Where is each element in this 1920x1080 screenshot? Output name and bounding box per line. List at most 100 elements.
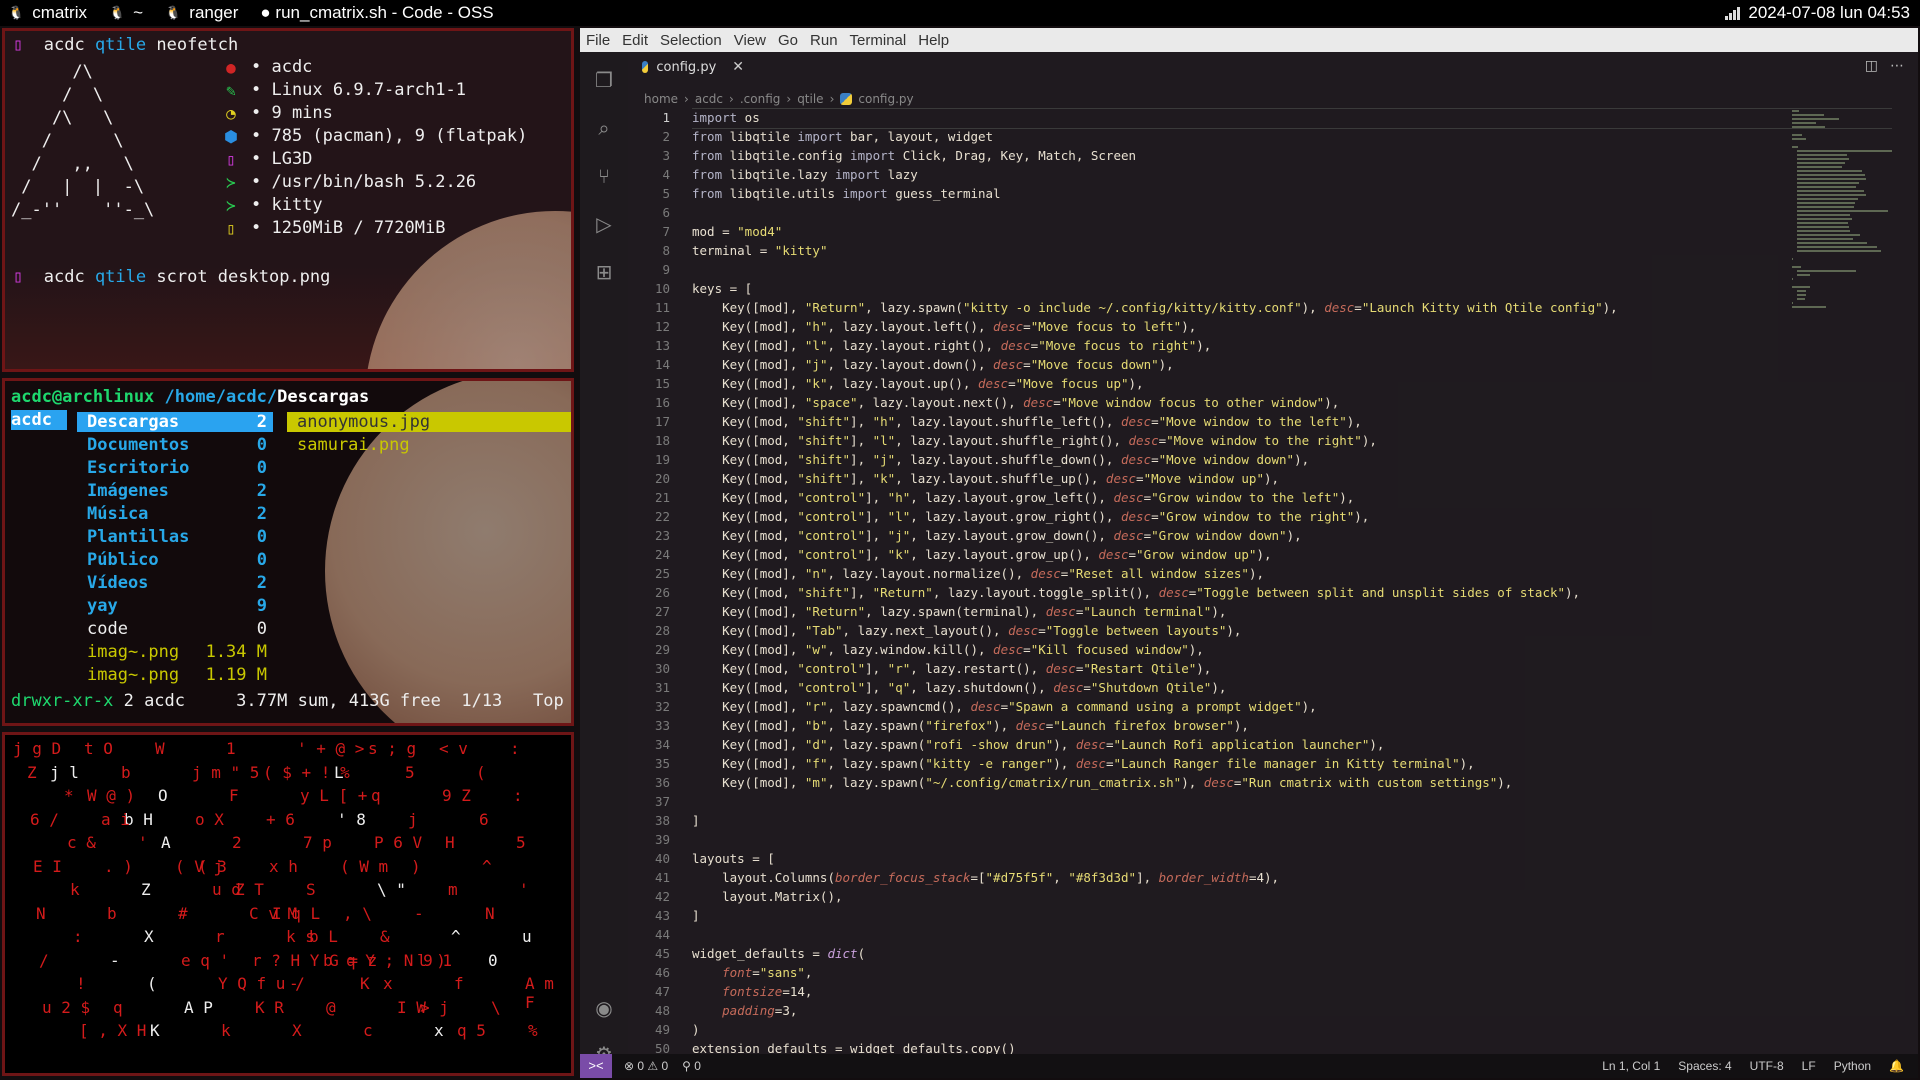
matrix-glyph: k <box>221 1021 231 1040</box>
matrix-glyph: * <box>64 786 74 805</box>
indentation[interactable]: Spaces: 4 <box>1678 1054 1731 1078</box>
terminal-cmatrix[interactable]: j g Dt O W 1 ' + @ > s ; g < v:j lbj m " 5( $… <box>2 732 574 1076</box>
matrix-glyph: & <box>380 927 390 946</box>
ranger-dir-item[interactable]: Vídeos 2 <box>77 573 273 593</box>
close-icon[interactable]: ✕ <box>732 59 744 75</box>
terminal-neofetch[interactable]: ▯ acdc qtile neofetch /\ / \ /\ \ / \ / … <box>2 28 574 372</box>
bell-icon[interactable]: 🔔 <box>1889 1054 1904 1078</box>
explorer-icon[interactable]: ❐ <box>592 68 616 92</box>
minimap-line <box>1796 202 1856 204</box>
more-actions-icon[interactable]: ⋯ <box>1890 58 1904 74</box>
code-line: Key([mod, "shift"], "h", lazy.layout.shu… <box>692 414 1362 429</box>
ranger-dir-item[interactable]: Descargas 2 <box>77 412 273 432</box>
source-control-icon[interactable]: ⑂ <box>592 164 616 188</box>
minimap-line <box>1796 290 1807 292</box>
remote-indicator[interactable]: >< <box>580 1054 612 1078</box>
editor-actions: ◫ ⋯ <box>1865 58 1904 74</box>
ranger-dir-item[interactable]: yay 9 <box>77 596 273 616</box>
code-line: Key([mod, "shift"], "Return", lazy.layou… <box>692 585 1581 600</box>
code-editor[interactable]: 1 2 3 4 5 6 7 8 9 10 11 12 13 14 15 16 17 18 19 20 21 22 23 24 2… <box>628 108 1900 1054</box>
matrix-glyph: X <box>144 927 154 946</box>
matrix-glyph: < v <box>439 739 468 758</box>
run-debug-icon[interactable]: ▷ <box>592 212 616 236</box>
matrix-glyph: , \ <box>343 903 372 923</box>
menu-terminal[interactable]: Terminal <box>850 32 907 49</box>
menu-file[interactable]: File <box>586 32 610 49</box>
task-ranger[interactable]: 🐧 ranger <box>165 0 238 26</box>
matrix-glyph: 6 <box>479 809 489 829</box>
code-line: from libqtile.config import Click, Drag,… <box>692 148 1137 163</box>
tab-config-py[interactable]: config.py ✕ <box>628 52 744 82</box>
ranger-dir-item[interactable]: imag~.png 1.34 M <box>77 642 273 662</box>
matrix-glyph: ' <box>519 880 529 899</box>
code-line: Key([mod], "w", lazy.window.kill(), desc… <box>692 642 1204 657</box>
matrix-glyph: j g D <box>13 739 62 758</box>
minimap-line <box>1796 150 1892 152</box>
code-oss-window: File Edit Selection View Go Run Terminal… <box>580 28 1918 1078</box>
menu-help[interactable]: Help <box>918 32 949 49</box>
split-editor-icon[interactable]: ◫ <box>1865 58 1878 74</box>
ranger-dir-item[interactable]: Público 0 <box>77 550 273 570</box>
menu-run[interactable]: Run <box>810 32 838 49</box>
code-content[interactable]: import os from libqtile import bar, layou… <box>692 108 1618 1054</box>
terminal-ranger[interactable]: acdc@archlinux /home/acdc/Descargas acdc… <box>2 378 574 726</box>
minimap-line <box>1792 110 1800 112</box>
matrix-glyph: # <box>178 903 188 923</box>
ranger-dir-item[interactable]: imag~.png 1.19 M <box>77 665 273 685</box>
code-line: from libqtile.utils import guess_termina… <box>692 186 1001 201</box>
menu-bar: File Edit Selection View Go Run Terminal… <box>580 28 1918 52</box>
menu-selection[interactable]: Selection <box>660 32 722 49</box>
task-vscode[interactable]: ● run_cmatrix.sh - Code - OSS <box>260 0 493 26</box>
task-home[interactable]: 🐧 ~ <box>109 0 143 26</box>
code-line: Key([mod], "f", lazy.spawn("kitty -e ran… <box>692 756 1475 771</box>
minimap-line <box>1796 178 1867 180</box>
neofetch-row: ▯ • LG3D <box>221 149 312 169</box>
menu-edit[interactable]: Edit <box>622 32 648 49</box>
matrix-glyph: a i <box>101 809 130 829</box>
matrix-glyph: % <box>528 1021 538 1040</box>
cursor-position[interactable]: Ln 1, Col 1 <box>1602 1054 1660 1078</box>
ranger-dir-item[interactable]: Plantillas 0 <box>77 527 273 547</box>
line-ending[interactable]: LF <box>1802 1054 1816 1078</box>
language-mode[interactable]: Python <box>1834 1054 1871 1078</box>
minimap-line <box>1792 134 1802 136</box>
minimap-line <box>1796 166 1842 168</box>
matrix-glyph: W @ ) <box>87 786 136 805</box>
matrix-glyph: 9 Z <box>442 786 471 805</box>
matrix-glyph: L <box>334 762 344 782</box>
matrix-glyph: - <box>414 903 424 923</box>
extensions-icon[interactable]: ⊞ <box>592 260 616 284</box>
minimap-line <box>1792 302 1793 304</box>
encoding[interactable]: UTF-8 <box>1750 1054 1784 1078</box>
clock: 2024-07-08 lun 04:53 <box>1748 3 1910 22</box>
ranger-file[interactable]: samurai.png <box>297 435 410 455</box>
matrix-glyph: m <box>448 880 458 899</box>
matrix-glyph: k <box>70 880 80 899</box>
minimap-line <box>1792 286 1811 288</box>
matrix-glyph: r <box>215 927 225 946</box>
menu-view[interactable]: View <box>734 32 766 49</box>
ranger-dir-item[interactable]: Documentos 0 <box>77 435 273 455</box>
code-line: Key([mod], "d", lazy.spawn("rofi -show d… <box>692 737 1385 752</box>
ranger-dir-item[interactable]: Música 2 <box>77 504 273 524</box>
ranger-parent-dir[interactable]: acdc <box>11 410 67 430</box>
minimap-line <box>1792 266 1801 268</box>
search-icon[interactable]: ⌕ <box>592 116 616 140</box>
ranger-dir-item[interactable]: Imágenes 2 <box>77 481 273 501</box>
ranger-dir-item[interactable]: Escritorio 0 <box>77 458 273 478</box>
minimap-line <box>1792 258 1793 260</box>
problems-indicator[interactable]: ⊗ 0 ⚠ 0 <box>624 1054 668 1078</box>
account-icon[interactable]: ◉ <box>592 996 616 1020</box>
matrix-glyph: . ) <box>104 856 133 876</box>
matrix-glyph: y L [ + <box>300 786 368 805</box>
ports-indicator[interactable]: ⚲ 0 <box>682 1054 701 1078</box>
task-cmatrix[interactable]: 🐧 cmatrix <box>8 0 87 26</box>
minimap-line <box>1796 206 1855 208</box>
matrix-glyph: q <box>113 997 123 1017</box>
matrix-glyph: 1 <box>226 739 236 758</box>
ranger-file-selected[interactable]: anonymous.jpg <box>287 412 571 432</box>
ranger-dir-item[interactable]: code 0 <box>77 619 273 639</box>
minimap[interactable] <box>1792 110 1904 350</box>
menu-go[interactable]: Go <box>778 32 798 49</box>
